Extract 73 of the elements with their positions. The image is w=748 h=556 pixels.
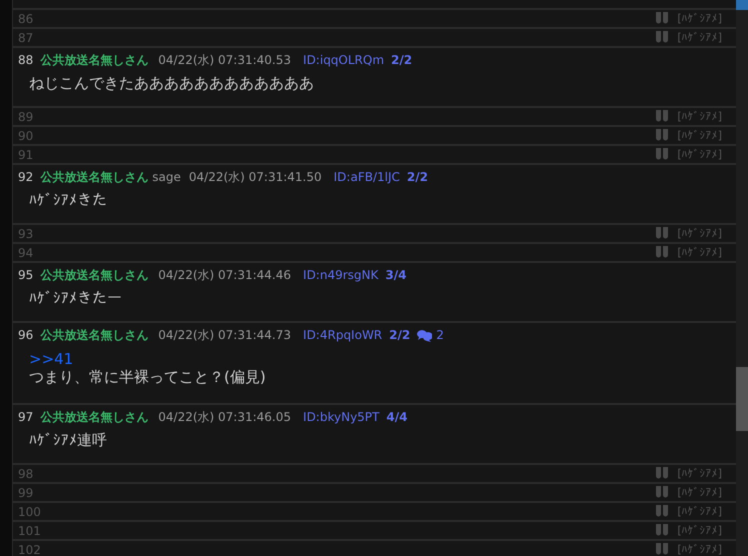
scroll-thumb[interactable] bbox=[736, 367, 748, 431]
pill-icon bbox=[655, 467, 670, 480]
id-count: 4/4 bbox=[386, 410, 408, 424]
id-count: 2/2 bbox=[389, 328, 410, 342]
post-body: ﾊｹﾞｼｱﾒきたー bbox=[29, 289, 123, 307]
poster-name: 公共放送名無しさん bbox=[40, 52, 148, 69]
id-count: 2/2 bbox=[391, 53, 412, 67]
post-number: 93 bbox=[18, 226, 34, 240]
pill-icon bbox=[655, 486, 670, 499]
ng-label: [ﾊｹﾞｼｱﾒ] bbox=[677, 543, 722, 556]
pill-icon bbox=[655, 31, 670, 44]
ng-label: [ﾊｹﾞｼｱﾒ] bbox=[677, 12, 722, 25]
poster-id[interactable]: ID:aFB/1lJC bbox=[334, 170, 400, 184]
post-number: 101 bbox=[18, 524, 42, 538]
post-number: 89 bbox=[18, 110, 34, 124]
post-number: 97 bbox=[18, 410, 34, 424]
ng-label: [ﾊｹﾞｼｱﾒ] bbox=[677, 246, 722, 259]
poster-name: 公共放送名無しさん bbox=[40, 327, 148, 344]
reply-count[interactable]: 2 bbox=[436, 328, 444, 342]
post-number: 91 bbox=[18, 148, 34, 162]
scrollbar[interactable] bbox=[736, 0, 748, 556]
ng-label: [ﾊｹﾞｼｱﾒ] bbox=[677, 486, 722, 499]
ng-label: [ﾊｹﾞｼｱﾒ] bbox=[677, 227, 722, 240]
pill-icon bbox=[655, 110, 670, 123]
post-date: 04/22(水) 07:31:40.53 bbox=[158, 52, 292, 69]
post-number: 86 bbox=[18, 12, 34, 26]
post-number: 94 bbox=[18, 246, 34, 260]
pill-icon bbox=[655, 543, 670, 556]
post-number: 98 bbox=[18, 466, 34, 480]
ng-label: [ﾊｹﾞｼｱﾒ] bbox=[677, 524, 722, 537]
ng-label: [ﾊｹﾞｼｱﾒ] bbox=[677, 31, 722, 44]
post-body: つまり、常に半裸ってこと？(偏見) bbox=[29, 368, 267, 387]
poster-name: 公共放送名無しさん bbox=[40, 267, 148, 284]
poster-id[interactable]: ID:iqqOLRQm bbox=[303, 53, 384, 67]
poster-id[interactable]: ID:n49rsgNK bbox=[303, 268, 378, 282]
post-number: 95 bbox=[18, 268, 34, 282]
pill-icon bbox=[655, 12, 670, 25]
poster-name: 公共放送名無しさん bbox=[40, 169, 148, 186]
post-date: 04/22(水) 07:31:44.73 bbox=[158, 327, 292, 344]
pill-icon bbox=[655, 505, 670, 518]
ng-label: [ﾊｹﾞｼｱﾒ] bbox=[677, 148, 722, 161]
poster-name: 公共放送名無しさん bbox=[40, 409, 148, 426]
post-date: 04/22(水) 07:31:46.05 bbox=[158, 409, 292, 426]
post-date: 04/22(水) 07:31:41.50 bbox=[188, 169, 322, 186]
post-body: ねじこんできたああああああああああああ bbox=[29, 74, 315, 93]
ng-label: [ﾊｹﾞｼｱﾒ] bbox=[677, 110, 722, 123]
ng-label: [ﾊｹﾞｼｱﾒ] bbox=[677, 467, 722, 480]
ng-label: [ﾊｹﾞｼｱﾒ] bbox=[677, 505, 722, 518]
post-number: 87 bbox=[18, 30, 34, 44]
anchor-link[interactable]: >>41 bbox=[29, 350, 74, 368]
post-number: 102 bbox=[18, 542, 42, 556]
mail-field: sage bbox=[152, 170, 181, 184]
pill-icon bbox=[655, 246, 670, 259]
post-body: ﾊｹﾞｼｱﾒきた bbox=[29, 191, 108, 209]
poster-id[interactable]: ID:bkyNy5PT bbox=[303, 410, 380, 424]
post-body: ﾊｹﾞｼｱﾒ連呼 bbox=[29, 431, 108, 450]
post-number: 100 bbox=[18, 504, 42, 518]
post-number: 99 bbox=[18, 486, 34, 500]
id-count: 3/4 bbox=[385, 268, 406, 282]
post-number: 88 bbox=[18, 53, 34, 67]
comment-icon bbox=[416, 329, 432, 342]
scroll-marker bbox=[736, 0, 748, 10]
post-number: 96 bbox=[18, 328, 34, 342]
post-number: 92 bbox=[18, 170, 34, 184]
pill-icon bbox=[655, 129, 670, 142]
ng-label: [ﾊｹﾞｼｱﾒ] bbox=[677, 129, 722, 142]
poster-id[interactable]: ID:4RpqIoWR bbox=[303, 328, 382, 342]
post-number: 90 bbox=[18, 128, 34, 142]
pill-icon bbox=[655, 524, 670, 537]
id-count: 2/2 bbox=[406, 170, 428, 184]
pill-icon bbox=[655, 227, 670, 240]
post-date: 04/22(水) 07:31:44.46 bbox=[158, 267, 292, 284]
pill-icon bbox=[655, 148, 670, 161]
